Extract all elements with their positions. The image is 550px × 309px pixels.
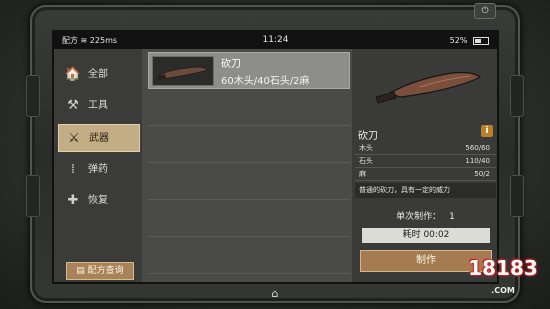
crossed-blades-icon: ⚔ (68, 131, 80, 146)
clock: 11:24 (262, 35, 289, 45)
ammo-icon: ⁞ (70, 162, 76, 177)
list-item-empty[interactable] (148, 126, 350, 163)
quantity-value: 1 (449, 212, 455, 222)
material-value: 560/60 (465, 144, 490, 152)
material-row: 木头 560/60 (355, 142, 496, 155)
frame-grip-right-lower (510, 175, 524, 217)
frame-grip-left (26, 75, 40, 117)
menu-item-weapons[interactable]: ⚔ 武器 (58, 124, 140, 152)
material-row: 石头 110/40 (355, 155, 496, 168)
machete-thumbnail (152, 56, 214, 86)
recipe-cost: 60木头/40石头/2麻 (221, 76, 310, 87)
bandage-icon: ✚ (67, 193, 79, 208)
info-icon[interactable]: i (481, 125, 493, 137)
menu-item-label: 恢复 (88, 195, 108, 206)
material-row: 麻 50/2 (355, 168, 496, 181)
machete-preview-image (360, 55, 492, 115)
recipe-query-button[interactable]: ▤ 配方查询 (66, 262, 134, 280)
home-icon[interactable]: ⌂ (266, 288, 284, 300)
menu-item-ammo[interactable]: ⁞ 弹药 (58, 156, 140, 184)
menu-item-label: 弹药 (88, 164, 108, 175)
building-icon: 🏠 (64, 67, 82, 82)
craft-quantity: 单次制作： 1 (352, 209, 497, 222)
category-menu: 🏠 全部 ⚒ 工具 ⚔ 武器 ⁞ 弹药 ✚ 恢复 ▤ 配方查询 (54, 49, 142, 282)
menu-item-recovery[interactable]: ✚ 恢复 (58, 187, 140, 215)
material-value: 50/2 (474, 170, 490, 178)
recipe-query-label: 配方查询 (87, 266, 124, 276)
recipe-name: 砍刀 (221, 59, 241, 70)
menu-item-all[interactable]: 🏠 全部 (58, 61, 140, 89)
menu-item-label: 全部 (88, 69, 108, 80)
battery-icon (473, 36, 489, 45)
battery-percent: 52% (449, 36, 468, 45)
power-icon[interactable]: ⏻ (474, 3, 496, 19)
watermark-logo: 18183 .COM (458, 242, 548, 306)
material-value: 110/40 (465, 157, 490, 165)
menu-item-tools[interactable]: ⚒ 工具 (58, 92, 140, 120)
item-description: 普通的砍刀，具有一定的威力 (355, 183, 496, 198)
item-title: 砍刀 (358, 131, 378, 142)
book-icon: ▤ (76, 266, 88, 276)
frame-grip-right (510, 75, 524, 117)
tablet-screen: 配方 ≋ 225ms 11:24 52% 🏠 全部 ⚒ 工具 ⚔ 武器 ⁞ 弹药… (52, 30, 499, 284)
menu-item-label: 工具 (88, 100, 108, 111)
material-name: 木头 (359, 144, 373, 152)
menu-item-label: 武器 (89, 133, 109, 144)
list-item-empty[interactable] (148, 237, 350, 274)
watermark-domain: .COM (491, 286, 515, 295)
list-item-empty[interactable] (148, 163, 350, 200)
crossed-tools-icon: ⚒ (67, 98, 79, 113)
battery-status: 52% (450, 32, 489, 49)
list-item-empty[interactable] (148, 200, 350, 237)
quantity-label: 单次制作： (396, 212, 442, 222)
craft-time: 耗时 00:02 (362, 228, 490, 243)
frame-grip-left-lower (26, 175, 40, 217)
list-item-empty[interactable] (148, 89, 350, 126)
material-name: 麻 (359, 170, 366, 178)
watermark-brand: 18183 (468, 256, 538, 280)
recipe-list: 砍刀 60木头/40石头/2麻 (146, 49, 350, 282)
materials-table: 木头 560/60 石头 110/40 麻 50/2 (355, 142, 496, 181)
recipe-row-selected[interactable]: 砍刀 60木头/40石头/2麻 (148, 52, 350, 89)
material-name: 石头 (359, 157, 373, 165)
status-bar: 配方 ≋ 225ms 11:24 52% (54, 32, 497, 49)
